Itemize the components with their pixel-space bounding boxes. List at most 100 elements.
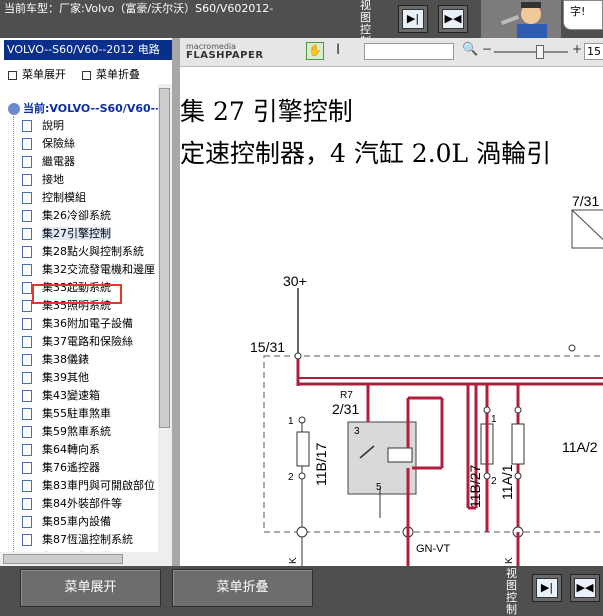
- tree-item[interactable]: 集27引擎控制: [22, 226, 111, 242]
- label-731: 7/31: [572, 193, 599, 209]
- connector: [296, 526, 308, 538]
- fit-page-button[interactable]: ▶◀: [570, 574, 600, 602]
- document-icon: [22, 444, 32, 456]
- tree-item[interactable]: 繼電器: [22, 154, 75, 170]
- tree-root[interactable]: 当前:VOLVO--S60/V60--: [8, 100, 158, 116]
- tree-item-label: 集83車門與可開啟部位: [42, 479, 155, 492]
- document-icon: [22, 264, 32, 276]
- tree-item[interactable]: 集26冷卻系統: [22, 208, 111, 224]
- tree-item[interactable]: 集37電路和保險絲: [22, 334, 133, 350]
- label-r7: R7: [340, 390, 353, 401]
- tree-item-label: 集55駐車煞車: [42, 407, 111, 420]
- scroll-thumb[interactable]: [3, 554, 123, 564]
- tree-item-label: 集37電路和保險絲: [42, 335, 133, 348]
- node: [483, 406, 491, 414]
- tree-item[interactable]: 集59煞車系統: [22, 424, 111, 440]
- tree-item[interactable]: 集32交流發電機和邊厘: [22, 262, 155, 278]
- document-icon: [22, 156, 32, 168]
- next-page-button[interactable]: ▶|: [398, 5, 428, 33]
- tree-root-label: 当前:VOLVO--S60/V60--: [23, 102, 158, 115]
- tree-item-label: 集64轉向系: [42, 443, 100, 456]
- document-icon: [22, 282, 32, 294]
- label-11b27: 11B/27: [467, 464, 483, 508]
- document-icon: [22, 174, 32, 186]
- scroll-thumb[interactable]: [159, 88, 170, 428]
- tree-item[interactable]: 集76遙控器: [22, 460, 100, 476]
- menu-expand-button[interactable]: 菜单展开: [20, 569, 161, 607]
- document-icon: [22, 534, 32, 546]
- document-icon: [22, 138, 32, 150]
- pin-1: 1: [288, 416, 294, 427]
- tree-item-label: 集43變速箱: [42, 389, 100, 402]
- next-page-button[interactable]: ▶|: [532, 574, 562, 602]
- pane-splitter[interactable]: [172, 38, 180, 566]
- sidebar-toolbar: 菜单展开 菜单折叠: [0, 64, 172, 84]
- expand-icon: [8, 70, 17, 80]
- node-1531: [294, 352, 302, 360]
- relay-coil: [387, 447, 413, 463]
- node: [514, 406, 522, 414]
- bottom-bar: 菜单展开 菜单折叠 视 图 控 制 ▶| ▶◀: [0, 566, 603, 616]
- mascot-image: [481, 0, 561, 38]
- label-11a1: 11A/1: [499, 464, 515, 500]
- current-car-label: 当前车型：厂家:Volvo（富豪/沃尔沃）S60/V602012-: [4, 2, 274, 15]
- tree-item[interactable]: 集84外裝部件等: [22, 496, 122, 512]
- node: [298, 472, 306, 480]
- node: [514, 472, 522, 480]
- menu-collapse-label: 菜单折叠: [96, 68, 140, 81]
- tree-item-label: 集26冷卻系統: [42, 209, 111, 222]
- tree-item[interactable]: 集28點火與控制系統: [22, 244, 144, 260]
- tree-item[interactable]: 集39其他: [22, 370, 89, 386]
- tree-item[interactable]: 集55駐車煞車: [22, 406, 111, 422]
- tree-item[interactable]: 集85車內設備: [22, 514, 111, 530]
- tree-item[interactable]: 集83車門與可開啟部位: [22, 478, 155, 494]
- tree-guide-line: [13, 116, 15, 566]
- pin-2: 2: [288, 472, 294, 483]
- fuse-11b17: [296, 431, 310, 467]
- document-icon: [22, 372, 32, 384]
- label-11a2: 11A/2: [562, 439, 598, 455]
- document-icon: [22, 228, 32, 240]
- tree-item-label: 集59煞車系統: [42, 425, 111, 438]
- pin-5: 5: [376, 482, 382, 493]
- sidebar-vertical-scrollbar[interactable]: [158, 84, 172, 566]
- tree-item-label: 集36附加電子設備: [42, 317, 133, 330]
- mascot-figure-icon: [481, 0, 561, 38]
- document-icon: [22, 192, 32, 204]
- document-icon: [22, 426, 32, 438]
- document-icon: [22, 390, 32, 402]
- tree-item-label: 集27引擎控制: [42, 227, 111, 240]
- tree-item-label: 接地: [42, 173, 64, 186]
- menu-expand-link[interactable]: 菜单展开: [8, 66, 66, 82]
- tree-item[interactable]: 說明: [22, 118, 64, 134]
- pin-1b: 1: [491, 414, 497, 425]
- document-viewer: macromedia FLASHPAPER ✋ Ⅰ 🔍 − + 15 集 27 …: [180, 38, 603, 566]
- pin-k1: K: [288, 557, 299, 564]
- tree-item[interactable]: 集38儀錶: [22, 352, 89, 368]
- menu-collapse-link[interactable]: 菜单折叠: [82, 66, 140, 82]
- document-icon: [22, 480, 32, 492]
- document-icon: [22, 354, 32, 366]
- tree-item[interactable]: 集87恆溫控制系統: [22, 532, 133, 548]
- component-731: [571, 209, 603, 249]
- tree-item[interactable]: 集43變速箱: [22, 388, 100, 404]
- tree-item[interactable]: 集36附加電子設備: [22, 316, 133, 332]
- next-page-icon: ▶|: [536, 578, 558, 598]
- menu-collapse-button[interactable]: 菜单折叠: [172, 569, 313, 607]
- fit-page-button[interactable]: ▶◀: [438, 5, 468, 33]
- view-control-label: 视 图 控 制: [506, 567, 517, 616]
- tree-item[interactable]: 保險絲: [22, 136, 75, 152]
- fit-width-icon: ▶◀: [442, 9, 464, 29]
- sidebar: VOLVO--S60/V60--2012 电路 菜单展开 菜单折叠 当前:VOL…: [0, 38, 172, 566]
- tree-item[interactable]: 接地: [22, 172, 64, 188]
- tree-item-label: 集38儀錶: [42, 353, 89, 366]
- document-icon: [22, 498, 32, 510]
- tree-item[interactable]: 集64轉向系: [22, 442, 100, 458]
- sidebar-horizontal-scrollbar[interactable]: [0, 552, 158, 566]
- document-icon: [22, 210, 32, 222]
- tree-item-label: 集85車內設備: [42, 515, 111, 528]
- tree-item[interactable]: 控制模組: [22, 190, 86, 206]
- fit-width-icon: ▶◀: [574, 578, 596, 598]
- label-231: 2/31: [332, 401, 359, 417]
- tree-item-label: 集87恆溫控制系統: [42, 533, 133, 546]
